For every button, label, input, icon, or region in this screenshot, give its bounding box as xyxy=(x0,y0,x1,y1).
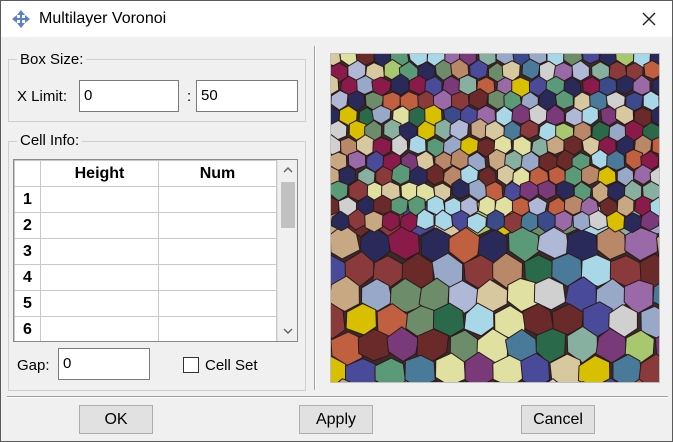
num-cell[interactable] xyxy=(158,212,277,239)
voronoi-preview xyxy=(283,43,673,418)
horizontal-divider xyxy=(7,396,668,398)
scroll-thumb[interactable] xyxy=(281,182,295,228)
height-cell[interactable] xyxy=(40,186,159,213)
x-min-input[interactable]: 0 xyxy=(79,80,179,112)
x-limit-separator: : xyxy=(187,88,192,105)
row-header[interactable]: 1 xyxy=(14,186,41,213)
vertical-divider xyxy=(314,46,316,390)
num-cell[interactable] xyxy=(158,238,277,265)
height-cell[interactable] xyxy=(40,238,159,265)
voronoi-cell xyxy=(347,150,367,170)
column-header-num[interactable]: Num xyxy=(158,160,277,187)
cancel-button[interactable]: Cancel xyxy=(521,405,595,434)
close-icon xyxy=(642,12,656,26)
cell-table-grid: Height Num 1 2 3 4 5 6 xyxy=(14,160,277,341)
height-cell[interactable] xyxy=(40,212,159,239)
gap-input[interactable]: 0 xyxy=(58,348,150,380)
window-title: Multilayer Voronoi xyxy=(39,10,167,27)
x-max-input[interactable]: 50 xyxy=(196,80,298,112)
row-header[interactable]: 4 xyxy=(14,264,41,291)
table-row: 4 xyxy=(14,264,277,291)
cell-info-table[interactable]: Height Num 1 2 3 4 5 6 xyxy=(13,159,298,342)
num-cell[interactable] xyxy=(158,264,277,291)
gap-label: Gap: xyxy=(17,357,50,374)
height-cell[interactable] xyxy=(40,316,159,341)
chevron-up-icon xyxy=(283,167,292,173)
voronoi-canvas xyxy=(283,43,673,418)
table-row: 3 xyxy=(14,238,277,265)
corner-header xyxy=(14,160,41,187)
num-cell[interactable] xyxy=(158,186,277,213)
scroll-up-button[interactable] xyxy=(278,160,297,180)
dialog-window: Multilayer Voronoi Box Size: X Limit: 0 … xyxy=(0,0,673,442)
cell-set-checkbox[interactable] xyxy=(183,357,199,373)
apply-button[interactable]: Apply xyxy=(299,405,373,434)
table-row: 2 xyxy=(14,212,277,239)
voronoi-cell xyxy=(408,134,427,155)
box-size-label: Box Size: xyxy=(17,51,87,68)
ok-button[interactable]: OK xyxy=(79,405,153,434)
column-header-height[interactable]: Height xyxy=(40,160,159,187)
height-cell[interactable] xyxy=(40,290,159,317)
num-cell[interactable] xyxy=(158,316,277,341)
close-button[interactable] xyxy=(626,1,672,37)
table-scrollbar[interactable] xyxy=(277,160,297,341)
chevron-down-icon xyxy=(283,328,292,334)
table-row: 1 xyxy=(14,186,277,213)
cell-set-label[interactable]: Cell Set xyxy=(205,357,258,374)
voronoi-cell xyxy=(390,196,409,216)
table-row: 6 xyxy=(14,316,277,341)
voronoi-cell xyxy=(643,59,662,80)
height-cell[interactable] xyxy=(40,264,159,291)
title-bar: Multilayer Voronoi xyxy=(1,1,672,37)
cell-info-label: Cell Info: xyxy=(17,132,83,149)
x-limit-label: X Limit: xyxy=(17,88,68,105)
row-header[interactable]: 2 xyxy=(14,212,41,239)
diamond-arrows-icon xyxy=(12,10,30,28)
row-header[interactable]: 3 xyxy=(14,238,41,265)
voronoi-cell xyxy=(364,210,384,233)
scroll-down-button[interactable] xyxy=(278,321,297,341)
num-cell[interactable] xyxy=(158,290,277,317)
row-header[interactable]: 6 xyxy=(14,316,41,341)
row-header[interactable]: 5 xyxy=(14,290,41,317)
table-row: 5 xyxy=(14,290,277,317)
